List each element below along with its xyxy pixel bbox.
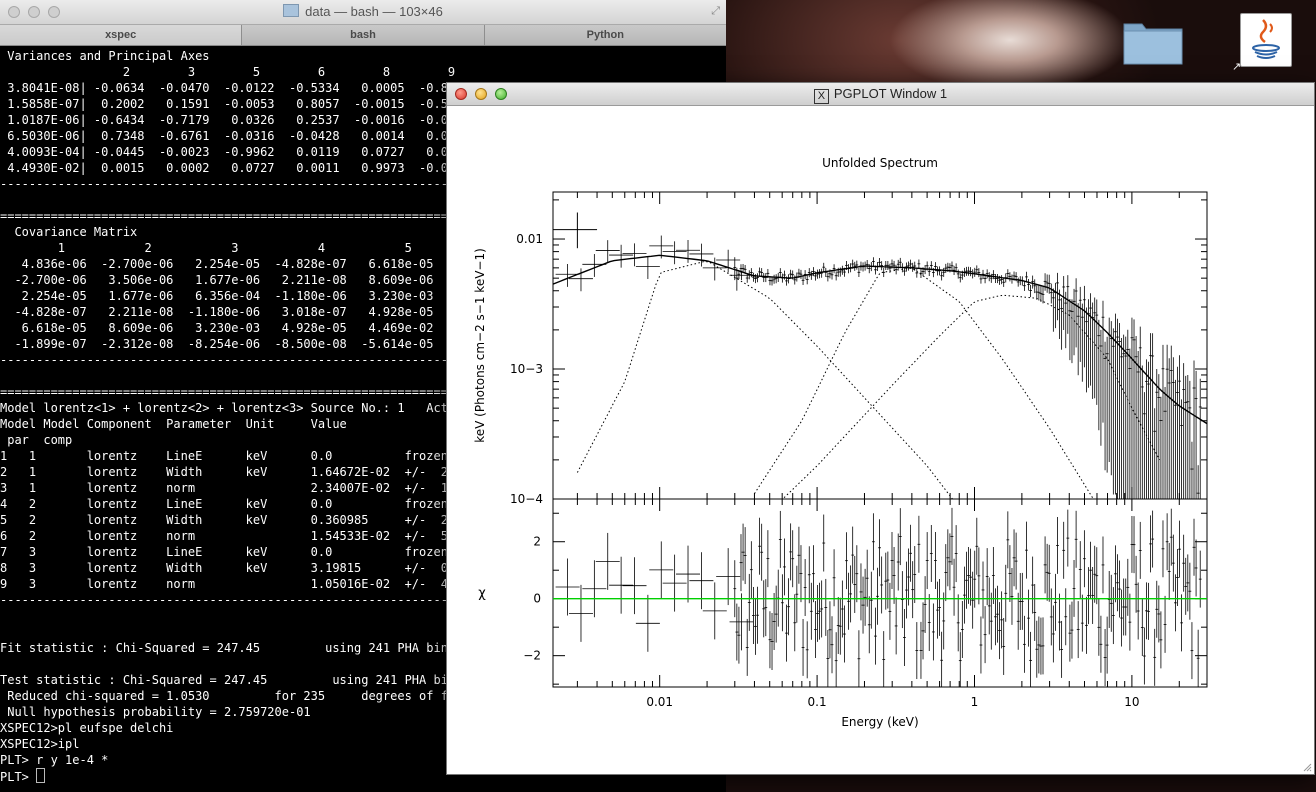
chi-axis-label: χ: [478, 586, 486, 601]
terminal-line: 2 3 5 6 8 9: [0, 65, 456, 79]
terminal-line: 1 1 lorentz LineE keV 0.0 frozen: [0, 449, 448, 463]
terminal-line: Null hypothesis probability = 2.759720e-…: [0, 705, 311, 719]
chart-title: Unfolded Spectrum: [822, 156, 938, 170]
terminal-line: Covariance Matrix: [0, 225, 138, 239]
y-axis-label: keV (Photons cm−2 s−1 keV−1): [473, 248, 487, 443]
terminal-line: ========================================…: [0, 385, 477, 399]
terminal-line: PLT> r y 1e-4 *: [0, 753, 109, 767]
terminal-line: Fit statistic : Chi-Squared = 247.45 usi…: [0, 641, 463, 655]
terminal-line: 6.618e-05 8.609e-06 3.230e-03 4.928e-05 …: [0, 321, 463, 335]
terminal-line: Reduced chi-squared = 1.0530 for 235 deg…: [0, 689, 470, 703]
x11-icon: X: [813, 89, 829, 104]
terminal-line: 8 3 lorentz Width keV 3.19815 +/- 0.2: [0, 561, 463, 575]
terminal-line: 1.5858E-07| 0.2002 0.1591 -0.0053 0.8057…: [0, 97, 463, 111]
x-tick-label: 10: [1124, 695, 1139, 709]
y-tick-label: 10−4: [510, 492, 543, 506]
spectrum-plot: Unfolded Spectrum 0.01 0.1 1 10 Energy (keV) 0…: [473, 156, 1208, 729]
java-app-icon[interactable]: [1240, 13, 1292, 67]
terminal-line: -1.899e-07 -2.312e-08 -8.254e-06 -8.500e…: [0, 337, 463, 351]
pgplot-window[interactable]: X PGPLOT Window 1 Unfolded Spectrum 0.01 0.…: [446, 82, 1315, 775]
terminal-line: Model lorentz<1> + lorentz<2> + lorentz<…: [0, 401, 463, 415]
fullscreen-icon[interactable]: ⤢: [711, 5, 720, 18]
terminal-line: Model Model Component Parameter Unit Val…: [0, 417, 347, 431]
terminal-tab-bar: xspec bash Python: [0, 25, 726, 46]
terminal-line: 4.836e-06 -2.700e-06 2.254e-05 -4.828e-0…: [0, 257, 463, 271]
x-tick-label: 0.01: [646, 695, 673, 709]
y-tick-label: 2: [533, 535, 541, 549]
terminal-title: data — bash — 103×46: [305, 4, 443, 19]
text-cursor: [36, 768, 46, 783]
lower-panel: [553, 507, 1207, 687]
terminal-line: ----------------------------------------…: [0, 593, 477, 607]
terminal-line: 4.0093E-04| -0.0445 -0.0023 -0.9962 0.01…: [0, 145, 463, 159]
terminal-line: XSPEC12>pl eufspe delchi: [0, 721, 174, 735]
pgplot-title: PGPLOT Window 1: [833, 86, 948, 101]
terminal-line: Variances and Principal Axes: [0, 49, 210, 63]
model-component-curve: [754, 267, 1094, 499]
terminal-line: XSPEC12>ipl: [0, 737, 80, 751]
y-tick-label: −2: [523, 649, 541, 663]
terminal-line: 1 2 3 4 5: [0, 241, 477, 255]
folder-icon[interactable]: [1122, 16, 1184, 66]
terminal-line: PLT>: [0, 768, 46, 785]
terminal-line: -2.700e-06 3.506e-06 1.677e-06 2.211e-08…: [0, 273, 463, 287]
terminal-line: 1.0187E-06| -0.6434 -0.7179 0.0326 0.253…: [0, 113, 463, 127]
terminal-line: Test statistic : Chi-Squared = 247.45 us…: [0, 673, 463, 687]
alias-arrow-icon: ↗: [1232, 61, 1242, 73]
x-tick-label: 0.1: [808, 695, 827, 709]
terminal-line: 6.5030E-06| 0.7348 -0.6761 -0.0316 -0.04…: [0, 129, 463, 143]
terminal-line: 4.4930E-02| 0.0015 0.0002 0.0727 0.0011 …: [0, 161, 463, 175]
terminal-line: 3.8041E-08| -0.0634 -0.0470 -0.0122 -0.5…: [0, 81, 463, 95]
terminal-line: par comp: [0, 433, 73, 447]
resize-grip-icon[interactable]: [1302, 762, 1312, 772]
terminal-line: ========================================…: [0, 209, 477, 223]
terminal-line: 9 3 lorentz norm 1.05016E-02 +/- 4.3: [0, 577, 463, 591]
y-tick-label: 0: [533, 592, 541, 606]
tab-python[interactable]: Python: [484, 25, 726, 45]
terminal-line: 7 3 lorentz LineE keV 0.0 frozen: [0, 545, 448, 559]
terminal-line: 3 1 lorentz norm 2.34007E-02 +/- 1.8: [0, 481, 463, 495]
x-axis-label: Energy (keV): [841, 715, 918, 729]
terminal-line: 6 2 lorentz norm 1.54533E-02 +/- 5.4: [0, 529, 463, 543]
terminal-line: 4 2 lorentz LineE keV 0.0 frozen: [0, 497, 448, 511]
x-tick-label: 1: [971, 695, 979, 709]
terminal-line: 2 1 lorentz Width keV 1.64672E-02 +/- 2.…: [0, 465, 463, 479]
pgplot-titlebar[interactable]: X PGPLOT Window 1: [447, 83, 1314, 106]
terminal-line: -4.828e-07 2.211e-08 -1.180e-06 3.018e-0…: [0, 305, 463, 319]
tab-bash[interactable]: bash: [242, 25, 485, 45]
y-tick-label: 10−3: [510, 362, 543, 376]
folder-icon: [283, 4, 300, 17]
terminal-line: 2.254e-05 1.677e-06 6.356e-04 -1.180e-06…: [0, 289, 463, 303]
terminal-line: ----------------------------------------…: [0, 177, 477, 191]
terminal-titlebar[interactable]: data — bash — 103×46 ⤢: [0, 0, 726, 25]
terminal-line: ----------------------------------------…: [0, 353, 477, 367]
terminal-line: 5 2 lorentz Width keV 0.360985 +/- 2.5: [0, 513, 463, 527]
y-tick-label: 0.01: [516, 232, 543, 246]
tab-xspec[interactable]: xspec: [0, 25, 243, 45]
